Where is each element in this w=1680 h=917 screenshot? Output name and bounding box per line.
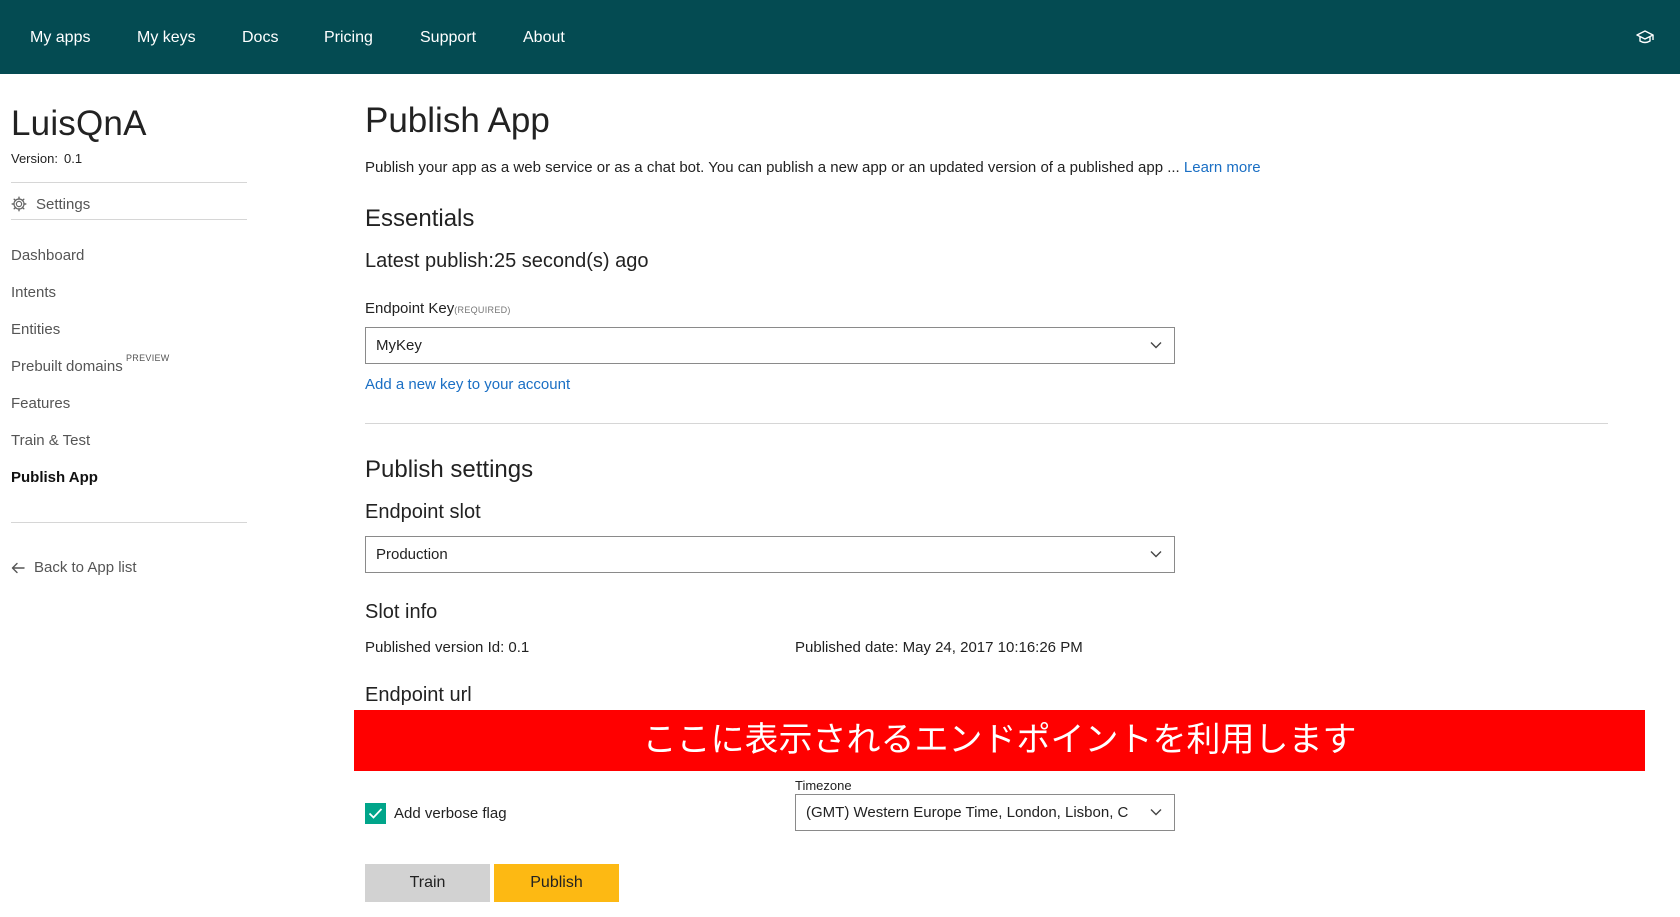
sidebar-item-train-test[interactable]: Train & Test — [11, 432, 90, 449]
back-to-app-list-link[interactable]: Back to App list — [11, 559, 137, 576]
app-name: LuisQnA — [11, 104, 147, 143]
endpoint-key-value: MyKey — [376, 337, 422, 354]
chevron-down-icon — [1150, 342, 1162, 349]
version-label: Version: — [11, 151, 58, 166]
sidebar-item-entities[interactable]: Entities — [11, 321, 60, 338]
nav-support[interactable]: Support — [420, 0, 476, 74]
timezone-value: (GMT) Western Europe Time, London, Lisbo… — [806, 804, 1129, 821]
app-version: Version: 0.1 — [11, 151, 82, 166]
section-divider — [365, 423, 1608, 424]
add-new-key-link[interactable]: Add a new key to your account — [365, 376, 570, 393]
sidebar-divider — [11, 219, 247, 220]
timezone-label: Timezone — [795, 778, 852, 793]
back-label: Back to App list — [34, 559, 137, 576]
essentials-heading: Essentials — [365, 205, 475, 232]
sidebar-item-publish-app[interactable]: Publish App — [11, 469, 98, 486]
endpoint-url-heading: Endpoint url — [365, 684, 472, 706]
publish-button[interactable]: Publish — [494, 864, 619, 902]
preview-badge: PREVIEW — [126, 353, 170, 363]
learn-more-link[interactable]: Learn more — [1184, 159, 1261, 176]
train-button[interactable]: Train — [365, 864, 490, 902]
verbose-flag-label: Add verbose flag — [394, 805, 507, 822]
page-title: Publish App — [365, 101, 550, 140]
nav-about[interactable]: About — [523, 0, 565, 74]
sidebar-divider — [11, 522, 247, 523]
nav-pricing[interactable]: Pricing — [324, 0, 373, 74]
description-text: Publish your app as a web service or as … — [365, 159, 1184, 176]
nav-my-apps[interactable]: My apps — [30, 0, 90, 74]
settings-link[interactable]: Settings — [11, 192, 90, 216]
published-date: Published date: May 24, 2017 10:16:26 PM — [795, 639, 1083, 656]
verbose-flag-checkbox[interactable] — [365, 803, 386, 824]
slot-info-heading: Slot info — [365, 601, 438, 623]
published-version-id: Published version Id: 0.1 — [365, 639, 530, 656]
sidebar-item-prebuilt-domains[interactable]: Prebuilt domains — [11, 358, 123, 375]
endpoint-key-label-text: Endpoint Key — [365, 300, 455, 317]
endpoint-key-label: Endpoint Key(REQUIRED) — [365, 300, 511, 317]
arrow-left-icon — [11, 562, 25, 573]
sidebar-divider — [11, 182, 247, 183]
endpoint-key-dropdown[interactable]: MyKey — [365, 327, 1175, 364]
settings-label: Settings — [36, 195, 91, 213]
sidebar-item-features[interactable]: Features — [11, 395, 70, 412]
chevron-down-icon — [1150, 551, 1162, 558]
endpoint-slot-value: Production — [376, 546, 448, 563]
nav-docs[interactable]: Docs — [242, 0, 278, 74]
gear-icon — [11, 196, 27, 212]
annotation-banner: ここに表示されるエンドポイントを利用します — [354, 710, 1645, 771]
latest-publish-text: Latest publish:25 second(s) ago — [365, 250, 649, 272]
endpoint-slot-heading: Endpoint slot — [365, 501, 481, 523]
publish-settings-heading: Publish settings — [365, 456, 534, 483]
checkmark-icon — [368, 808, 383, 819]
chevron-down-icon — [1150, 809, 1162, 816]
version-value: 0.1 — [63, 151, 83, 166]
nav-my-keys[interactable]: My keys — [137, 0, 196, 74]
timezone-dropdown[interactable]: (GMT) Western Europe Time, London, Lisbo… — [795, 794, 1175, 831]
endpoint-slot-dropdown[interactable]: Production — [365, 536, 1175, 573]
sidebar-item-dashboard[interactable]: Dashboard — [11, 247, 84, 264]
page-description: Publish your app as a web service or as … — [365, 159, 1261, 176]
graduation-cap-icon[interactable] — [1636, 30, 1654, 46]
sidebar-item-intents[interactable]: Intents — [11, 284, 56, 301]
required-tag: (REQUIRED) — [454, 305, 511, 315]
top-nav-bar: My apps My keys Docs Pricing Support Abo… — [0, 0, 1680, 74]
